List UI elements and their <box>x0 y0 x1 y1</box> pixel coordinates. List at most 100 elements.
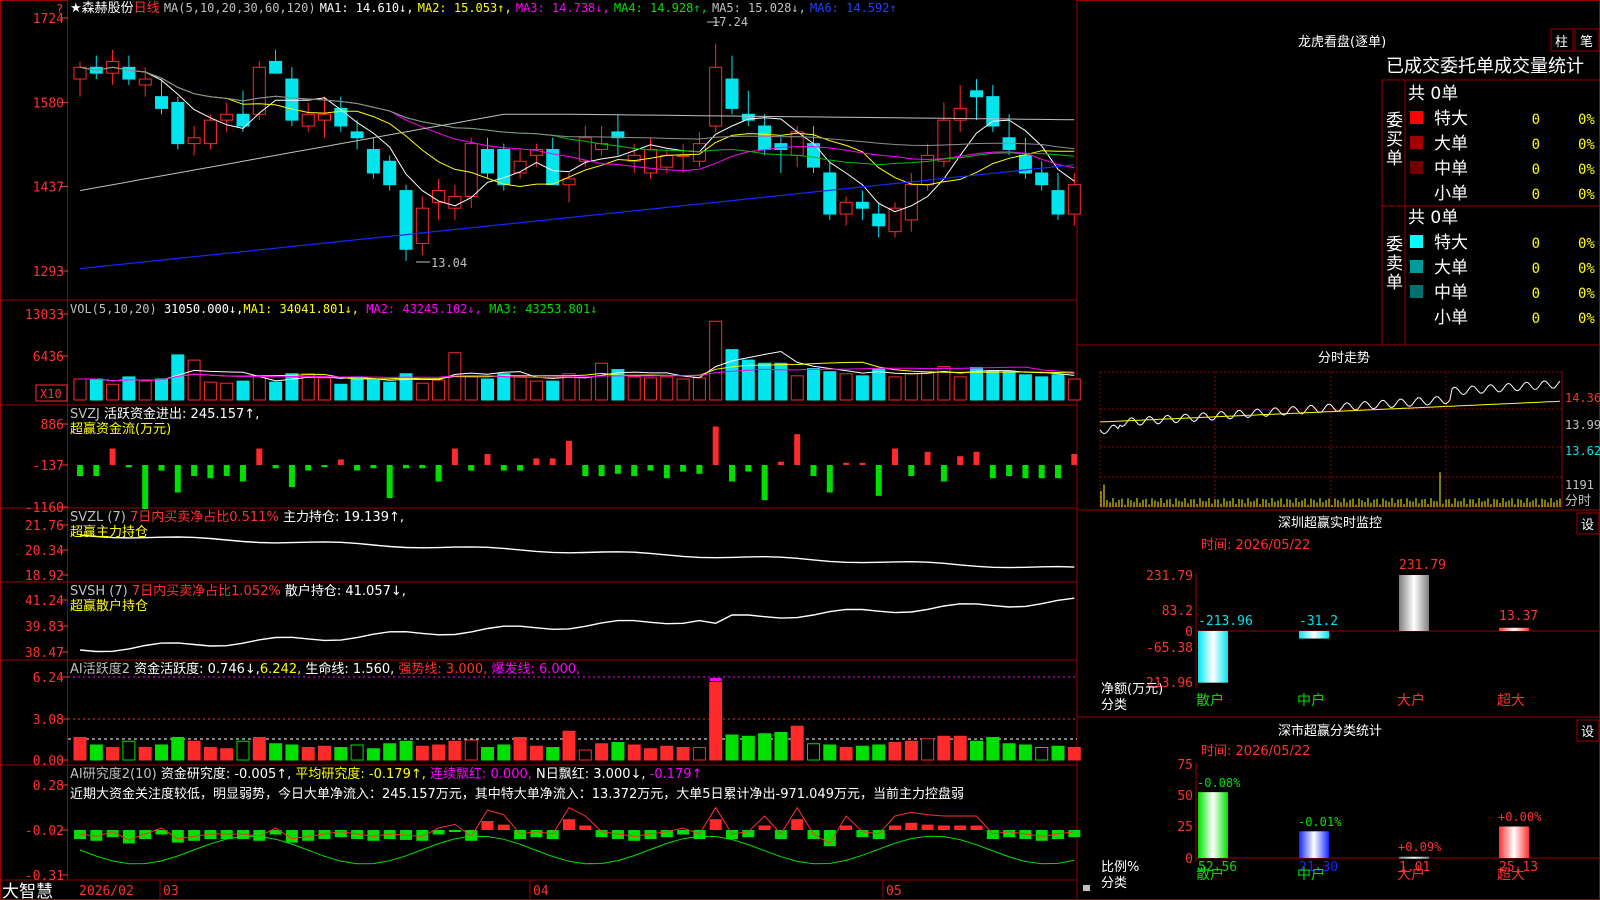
volume-bar <box>513 376 527 401</box>
ai-active-bar <box>252 737 266 761</box>
svzj-bar <box>680 465 687 472</box>
ai-active-bar <box>660 745 674 761</box>
svsh-panel[interactable]: 41.24 39.83 38.47 SVSH (7) 7日内买卖净占比1.052% … <box>25 583 1075 661</box>
svzj-bar <box>125 465 132 468</box>
volume-bar <box>252 375 266 401</box>
question-icon[interactable]: ? <box>56 2 63 16</box>
volume-panel[interactable]: 13033 6436 X10 VOL(5,10,20) 31050.000↓,MA… <box>25 302 1081 402</box>
ai-active-bar <box>774 732 788 761</box>
lock-icon[interactable] <box>1083 885 1090 891</box>
candle[interactable] <box>725 55 739 115</box>
buy-orders-table: 委买单 共 0单特大 0 0% 大单 0 0% 中单 0 0% 小单 0 0% <box>1386 84 1595 204</box>
dragon-subtitle: 已成交委托单成交量统计 <box>1386 56 1584 77</box>
candle[interactable] <box>1035 161 1049 191</box>
volume-bar <box>415 382 429 401</box>
ai-research-bar <box>889 825 901 830</box>
volume-bar <box>986 370 1000 401</box>
candle[interactable] <box>448 184 462 220</box>
order-percent: 0% <box>1578 286 1595 302</box>
ai-research-bar <box>122 830 135 844</box>
svzl-panel[interactable]: 21.76 20.34 18.92 SVZL (7) 7日内买卖净占比0.511% … <box>25 509 1075 584</box>
candle[interactable] <box>301 102 315 132</box>
candle[interactable] <box>89 55 103 80</box>
candle[interactable] <box>350 120 364 150</box>
order-type-label: 特大 <box>1434 233 1468 253</box>
candle-body <box>481 148 494 174</box>
candle[interactable] <box>415 196 429 256</box>
volume-bar <box>138 380 152 401</box>
candle[interactable] <box>497 143 511 191</box>
candle[interactable] <box>692 131 706 168</box>
candle[interactable] <box>187 126 201 156</box>
candle[interactable] <box>970 79 983 121</box>
svg-text:柱[interactable]: 柱 <box>1555 35 1568 50</box>
candle[interactable] <box>611 114 625 156</box>
ai-research-panel[interactable]: 0.28-0.02-0.31 AI研究度2(10) 资金研究度: -0.005↑… <box>25 766 1081 884</box>
candle-body <box>1067 184 1081 215</box>
ai-active-bar <box>578 749 592 761</box>
candle[interactable] <box>269 49 283 74</box>
category-bar <box>1198 792 1228 858</box>
candle[interactable] <box>839 196 853 226</box>
classify-chart-tick: 50 <box>1177 789 1193 804</box>
side-label-char: 单 <box>1386 149 1403 169</box>
candle[interactable] <box>855 190 869 220</box>
monitor-chart-tick: 0 <box>1185 625 1193 640</box>
candle[interactable] <box>171 96 185 150</box>
candle[interactable] <box>236 90 250 132</box>
candle[interactable] <box>73 61 87 97</box>
ai-active-bar <box>187 740 201 761</box>
ai-active-bar <box>236 740 250 761</box>
candle[interactable] <box>318 96 331 138</box>
volume-legend: VOL(5,10,20) 31050.000↓,MA1: 34041.801↓,… <box>70 302 597 316</box>
candle[interactable] <box>252 61 266 121</box>
svg-text:笔[interactable]: 笔 <box>1580 34 1593 50</box>
svg-text:设[interactable]: 设 <box>1581 518 1594 533</box>
candle[interactable] <box>709 43 723 132</box>
candle[interactable] <box>888 202 902 238</box>
svg-text:设[interactable]: 设 <box>1581 725 1594 740</box>
candle[interactable] <box>366 137 380 179</box>
candle[interactable] <box>383 155 397 191</box>
candle[interactable] <box>872 202 886 238</box>
side-label-char: 单 <box>1386 273 1403 293</box>
svzl-tick: 18.92 <box>25 569 64 584</box>
ai-active-bar <box>904 740 918 761</box>
candle[interactable] <box>546 137 560 186</box>
candle[interactable] <box>399 184 413 262</box>
ma3-legend: MA3: 14.738↓, <box>516 1 610 15</box>
svzj-bar <box>1006 465 1013 476</box>
volume-bar <box>350 376 364 401</box>
volume-bar <box>236 380 250 401</box>
volume-bars <box>73 320 1081 401</box>
realtime-monitor-panel[interactable]: 深圳超赢实时监控 设 时间: 2026/05/22 231.79 83.2 0-65… <box>1101 512 1600 713</box>
candle[interactable] <box>285 67 299 127</box>
candle[interactable] <box>676 143 690 173</box>
svsh-tick: 41.24 <box>25 594 64 609</box>
candle[interactable] <box>220 102 234 132</box>
ai-active-bar <box>171 737 185 761</box>
ai-active-bar <box>155 744 168 761</box>
volume-bar <box>807 368 820 401</box>
candle[interactable] <box>432 178 446 220</box>
candle[interactable] <box>513 149 527 179</box>
intraday-panel[interactable]: 分时走势 14.36 13.99 13.62 1191 分时 <box>1099 350 1600 509</box>
ai-active-bar <box>888 742 902 761</box>
svzj-panel[interactable]: 886 -137 -1160 SVZJ 活跃资金进出: 245.157↑, 超赢资金… <box>25 406 1078 516</box>
candle[interactable] <box>481 137 494 179</box>
order-percent: 0% <box>1578 311 1595 327</box>
ai-active-panel[interactable]: 6.24 3.08 0.00 AI活跃度2 资金活跃度: 0.746↓,6.242,… <box>33 661 1081 769</box>
dragon-tiger-panel[interactable]: 龙虎看盘(逐单) 柱 笔 已成交委托单成交量统计 委买单共 0单特大 0 0%大单 0… <box>1298 28 1600 328</box>
kline-panel[interactable]: 1724158014371293 17.24 13.04 ★森赫股份日线 MA(… <box>33 0 1081 280</box>
candle[interactable] <box>595 126 609 156</box>
classification-panel[interactable]: 深市超赢分类统计 设 时间: 2026/05/22 755025052.56散户… <box>1101 719 1600 891</box>
candle[interactable] <box>953 84 967 132</box>
order-color-swatch <box>1410 161 1423 174</box>
candle[interactable] <box>1051 172 1065 220</box>
candle[interactable] <box>529 143 543 168</box>
candle[interactable] <box>937 102 951 168</box>
candle[interactable] <box>807 126 820 173</box>
candlestick-series[interactable] <box>73 43 1081 262</box>
candle-body <box>350 131 364 139</box>
ai-active-bar <box>1035 747 1049 761</box>
